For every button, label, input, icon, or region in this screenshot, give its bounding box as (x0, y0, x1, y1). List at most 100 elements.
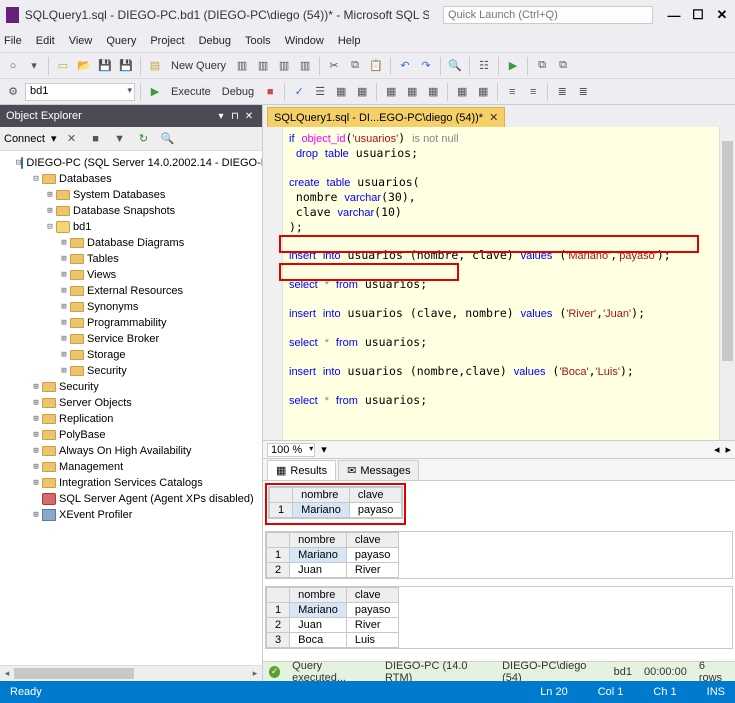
tab-close-icon[interactable]: ✕ (489, 111, 498, 124)
panel-close-icon[interactable]: ✕ (242, 111, 256, 122)
cell[interactable]: payaso (346, 548, 398, 563)
tree-node[interactable]: ⊞Management (2, 459, 262, 475)
minimize-button[interactable]: — (667, 8, 681, 22)
menu-view[interactable]: View (69, 35, 93, 47)
column-header[interactable]: clave (346, 533, 398, 548)
expand-icon[interactable]: ⊞ (58, 302, 70, 312)
expand-icon[interactable]: ⊞ (58, 366, 70, 376)
row-header[interactable]: 1 (267, 603, 290, 618)
scroll-right-icon[interactable]: ▸ (248, 666, 262, 681)
scroll-left-icon[interactable]: ◂ (0, 666, 14, 681)
tree-node[interactable]: ⊞Always On High Availability (2, 443, 262, 459)
opt5-icon[interactable]: ▦ (424, 83, 442, 101)
table-row[interactable]: 2JuanRiver (267, 563, 399, 578)
cell[interactable]: Boca (290, 633, 347, 648)
expand-icon[interactable]: ⊞ (30, 382, 42, 392)
tree-node[interactable]: ⊞Database Diagrams (2, 235, 262, 251)
expand-icon[interactable]: ⊞ (44, 206, 56, 216)
cell[interactable]: River (346, 618, 398, 633)
indent-icon[interactable]: ≡ (503, 83, 521, 101)
nav-fwd-icon[interactable]: ▾ (25, 57, 43, 75)
cancel-icon[interactable]: ■ (261, 83, 279, 101)
tree-node[interactable]: ⊞Database Snapshots (2, 203, 262, 219)
cell[interactable]: payaso (349, 503, 401, 518)
cell[interactable]: Mariano (293, 503, 350, 518)
save-icon[interactable]: 💾 (96, 57, 114, 75)
parse-icon[interactable]: ✓ (290, 83, 308, 101)
column-header[interactable]: nombre (293, 488, 350, 503)
q3-icon[interactable]: ▥ (275, 57, 293, 75)
table-row[interactable]: 1Marianopayaso (267, 548, 399, 563)
cell[interactable]: River (346, 563, 398, 578)
expand-icon[interactable]: ⊞ (30, 414, 42, 424)
tree-node[interactable]: ⊟bd1 (2, 219, 262, 235)
table-row[interactable]: 3BocaLuis (267, 633, 399, 648)
tree-node[interactable]: SQL Server Agent (Agent XPs disabled) (2, 491, 262, 507)
expand-icon[interactable]: ⊞ (58, 334, 70, 344)
tree-node[interactable]: ⊞External Resources (2, 283, 262, 299)
tree-node[interactable]: ⊟DIEGO-PC (SQL Server 14.0.2002.14 - DIE… (2, 155, 262, 171)
scroll-left-icon[interactable]: ◂ (714, 443, 720, 456)
plan-icon[interactable]: ☰ (311, 83, 329, 101)
code-editor[interactable]: if object_id('usuarios') is not null dro… (263, 127, 735, 441)
change-conn-icon[interactable]: ⚙ (4, 83, 22, 101)
connect-dropdown-icon[interactable]: ▾ (51, 132, 57, 145)
opt6-icon[interactable]: ▦ (453, 83, 471, 101)
tree-node[interactable]: ⊞Security (2, 363, 262, 379)
new-query-icon[interactable]: ▤ (146, 57, 164, 75)
row-header[interactable]: 2 (267, 563, 290, 578)
column-header[interactable]: clave (346, 588, 398, 603)
menu-tools[interactable]: Tools (245, 35, 271, 47)
expand-icon[interactable]: ⊞ (30, 398, 42, 408)
opt2-icon[interactable]: ▦ (353, 83, 371, 101)
zoom-combo[interactable]: 100 % (267, 443, 315, 457)
cell[interactable]: Luis (346, 633, 398, 648)
close-button[interactable]: ✕ (715, 8, 729, 22)
disconnect-icon[interactable]: ✕ (63, 130, 81, 148)
quick-launch-input[interactable] (443, 6, 653, 24)
opt1-icon[interactable]: ▦ (332, 83, 350, 101)
scroll-right-icon[interactable]: ▸ (725, 443, 731, 456)
q4-icon[interactable]: ▥ (296, 57, 314, 75)
refresh-icon[interactable]: ↻ (135, 130, 153, 148)
tree-node[interactable]: ⊞Security (2, 379, 262, 395)
expand-icon[interactable]: ⊞ (58, 238, 70, 248)
opt3-icon[interactable]: ▦ (382, 83, 400, 101)
row-header[interactable]: 2 (267, 618, 290, 633)
column-header[interactable]: clave (349, 488, 401, 503)
code-vscroll[interactable] (719, 127, 735, 440)
redo-icon[interactable]: ↷ (417, 57, 435, 75)
table-row[interactable]: 1Marianopayaso (267, 603, 399, 618)
saveall-icon[interactable]: 💾 (117, 57, 135, 75)
menu-debug[interactable]: Debug (199, 35, 231, 47)
filter-icon[interactable]: ▼ (111, 130, 129, 148)
row-header[interactable]: 1 (267, 548, 290, 563)
maximize-button[interactable]: ☐ (691, 8, 705, 22)
tree-node[interactable]: ⊞Storage (2, 347, 262, 363)
paste-icon[interactable]: 📋 (367, 57, 385, 75)
extra2-icon[interactable]: ⧉ (554, 57, 572, 75)
row-header[interactable]: 1 (270, 503, 293, 518)
stop-icon[interactable]: ■ (87, 130, 105, 148)
results-grid-3[interactable]: nombreclave1Marianopayaso2JuanRiver3Boca… (266, 587, 399, 648)
cut-icon[interactable]: ✂ (325, 57, 343, 75)
cell[interactable]: Juan (290, 618, 347, 633)
tree-hscroll[interactable]: ◂ ▸ (0, 665, 262, 681)
undo-icon[interactable]: ↶ (396, 57, 414, 75)
expand-icon[interactable]: ⊟ (30, 174, 42, 184)
expand-icon[interactable]: ⊞ (58, 270, 70, 280)
menu-window[interactable]: Window (285, 35, 324, 47)
tree-node[interactable]: ⊞XEvent Profiler (2, 507, 262, 523)
table-row[interactable]: 2JuanRiver (267, 618, 399, 633)
menu-query[interactable]: Query (106, 35, 136, 47)
new-icon[interactable]: ▭ (54, 57, 72, 75)
scroll-thumb[interactable] (14, 668, 134, 679)
expand-icon[interactable]: ⊞ (30, 430, 42, 440)
tree-node[interactable]: ⊞Integration Services Catalogs (2, 475, 262, 491)
cell[interactable]: payaso (346, 603, 398, 618)
row-header[interactable]: 3 (267, 633, 290, 648)
debug-button[interactable]: Debug (218, 86, 258, 98)
results-grid-2[interactable]: nombreclave1Marianopayaso2JuanRiver (266, 532, 399, 578)
database-combo[interactable]: bd1 (25, 83, 135, 101)
q1-icon[interactable]: ▥ (233, 57, 251, 75)
